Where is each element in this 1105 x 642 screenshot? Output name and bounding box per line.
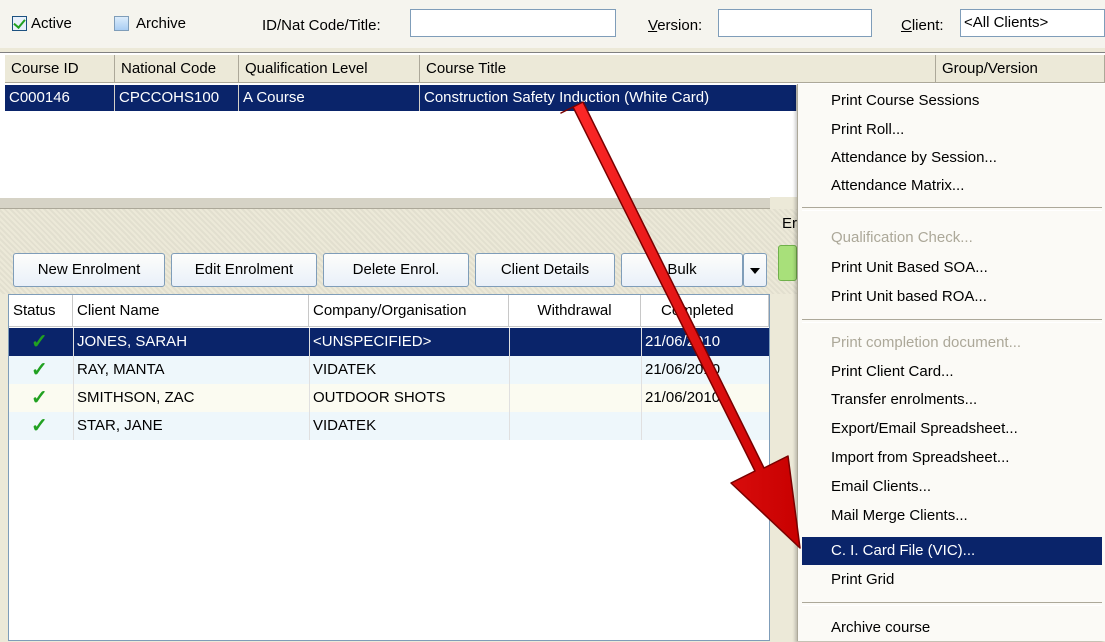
menu-item-mail-merge-clients[interactable]: Mail Merge Clients... xyxy=(798,502,1105,530)
column-header-completed[interactable]: Completed xyxy=(641,295,769,327)
archive-checkbox[interactable] xyxy=(114,16,129,31)
client-details-button[interactable]: Client Details xyxy=(475,253,615,287)
course-cell-id[interactable]: C000146 xyxy=(5,85,115,111)
client-name[interactable]: STAR, JANE xyxy=(77,412,163,440)
menu-item-import-from-spreadsheet[interactable]: Import from Spreadsheet... xyxy=(798,444,1105,472)
version-input[interactable] xyxy=(718,9,872,37)
active-checkbox[interactable] xyxy=(12,16,27,31)
company-name[interactable]: OUTDOOR SHOTS xyxy=(313,384,446,412)
client-name[interactable]: JONES, SARAH xyxy=(77,328,187,356)
menu-item-archive-course[interactable]: Archive course xyxy=(798,614,1105,642)
menu-item-qualification-check: Qualification Check... xyxy=(831,229,973,246)
status-check-icon: ✓ xyxy=(31,415,48,437)
column-header-company[interactable]: Company/Organisation xyxy=(309,295,509,327)
column-header-group-version[interactable]: Group/Version xyxy=(936,55,1105,83)
new-enrolment-button[interactable]: New Enrolment xyxy=(13,253,165,287)
column-header-course-title[interactable]: Course Title xyxy=(420,55,936,83)
completed-date[interactable]: 21/06/2010 xyxy=(645,356,720,384)
column-header-qualification-level[interactable]: Qualification Level xyxy=(239,55,420,83)
status-check-icon: ✓ xyxy=(31,331,48,353)
column-divider xyxy=(509,328,510,440)
course-cell-qualification-level[interactable]: A Course xyxy=(239,85,420,111)
menu-item-ci-card-file-vic[interactable]: C. I. Card File (VIC)... xyxy=(802,537,1102,565)
menu-item-attendance-matrix[interactable]: Attendance Matrix... xyxy=(798,172,1105,200)
course-cell-title[interactable]: Construction Safety Induction (White Car… xyxy=(420,85,797,111)
version-label: Version: xyxy=(648,17,703,34)
client-name[interactable]: SMITHSON, ZAC xyxy=(77,384,195,412)
column-header-national-code[interactable]: National Code xyxy=(115,55,239,83)
extra-button[interactable] xyxy=(778,245,797,281)
bulk-dropdown-button[interactable] xyxy=(743,253,767,287)
menu-separator xyxy=(802,319,1102,323)
active-label: Active xyxy=(31,15,72,32)
column-divider xyxy=(309,328,310,440)
filter-bar: Active Archive ID/Nat Code/Title: Versio… xyxy=(0,0,1105,48)
menu-item-print-completion-document: Print completion document... xyxy=(831,334,1022,351)
course-cell-national-code[interactable]: CPCCOHS100 xyxy=(115,85,239,111)
pane-splitter[interactable] xyxy=(0,197,770,209)
menu-item-print-unit-based-roa[interactable]: Print Unit based ROA... xyxy=(798,283,1105,311)
delete-enrolment-button[interactable]: Delete Enrol. xyxy=(323,253,469,287)
id-search-input[interactable] xyxy=(410,9,616,37)
menu-separator xyxy=(802,602,1102,606)
context-menu: Print Course Sessions Print Roll... Atte… xyxy=(797,84,1105,641)
chevron-down-icon xyxy=(750,268,760,274)
client-name[interactable]: RAY, MANTA xyxy=(77,356,165,384)
status-check-icon: ✓ xyxy=(31,387,48,409)
completed-date[interactable]: 21/06/2010 xyxy=(645,384,720,412)
menu-item-transfer-enrolments[interactable]: Transfer enrolments... xyxy=(798,386,1105,414)
enrolment-header-strip xyxy=(0,209,797,237)
bulk-button[interactable]: Bulk xyxy=(621,253,743,287)
enrolments-tab-label: Er xyxy=(782,215,797,232)
client-select[interactable]: <All Clients> xyxy=(960,9,1105,37)
id-search-label: ID/Nat Code/Title: xyxy=(262,17,381,34)
column-divider xyxy=(73,328,74,440)
menu-item-export-email-spreadsheet[interactable]: Export/Email Spreadsheet... xyxy=(798,415,1105,443)
column-header-course-id[interactable]: Course ID xyxy=(5,55,115,83)
menu-item-print-unit-based-soa[interactable]: Print Unit Based SOA... xyxy=(798,254,1105,282)
status-check-icon: ✓ xyxy=(31,359,48,381)
enrolment-grid: Status Client Name Company/Organisation … xyxy=(8,294,770,641)
edit-enrolment-button[interactable]: Edit Enrolment xyxy=(171,253,317,287)
column-header-status[interactable]: Status xyxy=(9,295,73,327)
completed-date[interactable]: 21/06/2010 xyxy=(645,328,720,356)
menu-item-email-clients[interactable]: Email Clients... xyxy=(798,473,1105,501)
menu-item-print-roll[interactable]: Print Roll... xyxy=(798,116,1105,144)
client-label: Client: xyxy=(901,17,944,34)
company-name[interactable]: <UNSPECIFIED> xyxy=(313,328,431,356)
menu-item-attendance-by-session[interactable]: Attendance by Session... xyxy=(798,144,1105,172)
menu-item-print-course-sessions[interactable]: Print Course Sessions xyxy=(798,87,1105,115)
menu-item-print-client-card[interactable]: Print Client Card... xyxy=(798,358,1105,386)
company-name[interactable]: VIDATEK xyxy=(313,356,376,384)
column-header-withdrawal[interactable]: Withdrawal xyxy=(509,295,641,327)
company-name[interactable]: VIDATEK xyxy=(313,412,376,440)
column-header-client-name[interactable]: Client Name xyxy=(73,295,309,327)
menu-item-print-grid[interactable]: Print Grid xyxy=(798,566,1105,594)
menu-separator xyxy=(802,207,1102,211)
archive-label: Archive xyxy=(136,15,187,32)
column-divider xyxy=(641,328,642,440)
